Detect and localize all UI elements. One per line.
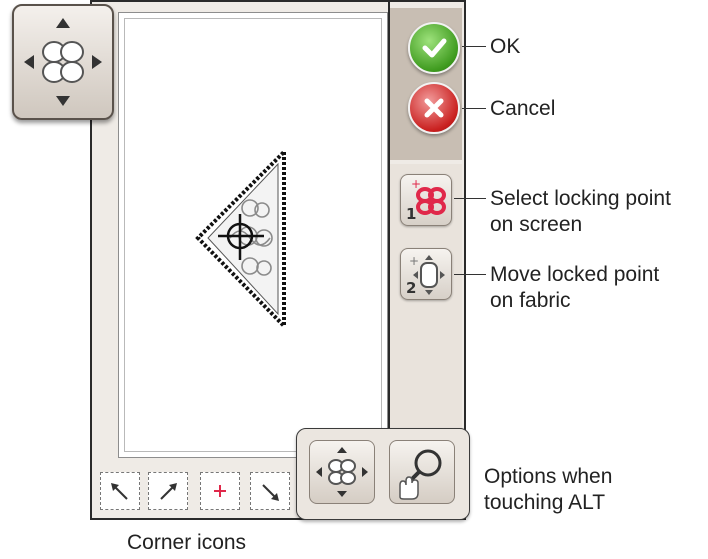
step-number-1: 1 bbox=[406, 205, 416, 223]
corner-icons-label: Corner icons bbox=[127, 531, 247, 554]
zoom-pan-icon bbox=[399, 449, 442, 500]
select-label-line-1: Select locking point bbox=[490, 187, 671, 210]
ok-button[interactable] bbox=[408, 22, 460, 74]
corner-bottom-right-button[interactable] bbox=[250, 472, 290, 510]
select-locking-point-label: Select locking point on screen bbox=[490, 186, 671, 238]
cancel-button[interactable] bbox=[408, 82, 460, 134]
corner-top-left-icon bbox=[111, 483, 128, 500]
alt-options-label: Options when touching ALT bbox=[484, 464, 612, 516]
alt-label-line-1: Options when bbox=[484, 465, 613, 488]
zoom-pan-button[interactable] bbox=[389, 440, 455, 504]
move-locked-point-button[interactable]: + 2 bbox=[400, 248, 452, 300]
corner-center-button[interactable] bbox=[200, 472, 240, 510]
corner-top-right-button[interactable] bbox=[148, 472, 188, 510]
move-leader-line bbox=[454, 274, 486, 275]
corner-top-left-button[interactable] bbox=[100, 472, 140, 510]
select-locking-point-icon: + 1 bbox=[406, 177, 446, 223]
check-icon bbox=[422, 38, 447, 58]
close-icon bbox=[424, 98, 444, 118]
corner-top-right-icon bbox=[160, 483, 177, 500]
select-leader-line bbox=[454, 198, 486, 199]
move-locked-point-label: Move locked point on fabric bbox=[490, 262, 659, 314]
corner-center-icon bbox=[214, 485, 226, 497]
move-arrows-icon bbox=[316, 447, 368, 497]
ok-leader-line bbox=[462, 46, 486, 47]
select-label-line-2: on screen bbox=[490, 213, 583, 236]
svg-text:+: + bbox=[411, 177, 421, 191]
move-label-line-2: on fabric bbox=[490, 289, 571, 312]
step-number-2: 2 bbox=[406, 279, 416, 297]
ok-label: OK bbox=[490, 35, 521, 58]
move-arrows-icon bbox=[24, 18, 102, 106]
move-label-line-1: Move locked point bbox=[490, 263, 660, 286]
embroidery-design[interactable] bbox=[190, 148, 290, 330]
alt-label-line-2: touching ALT bbox=[484, 491, 606, 514]
move-arrows-button[interactable] bbox=[12, 4, 114, 120]
select-locking-point-button[interactable]: + 1 bbox=[400, 174, 452, 226]
corner-bottom-right-icon bbox=[262, 484, 279, 501]
cancel-label: Cancel bbox=[490, 97, 556, 120]
cancel-leader-line bbox=[462, 108, 486, 109]
svg-text:+: + bbox=[409, 254, 419, 268]
move-locked-point-icon: + 2 bbox=[406, 254, 445, 297]
move-arrows-small-button[interactable] bbox=[309, 440, 375, 504]
